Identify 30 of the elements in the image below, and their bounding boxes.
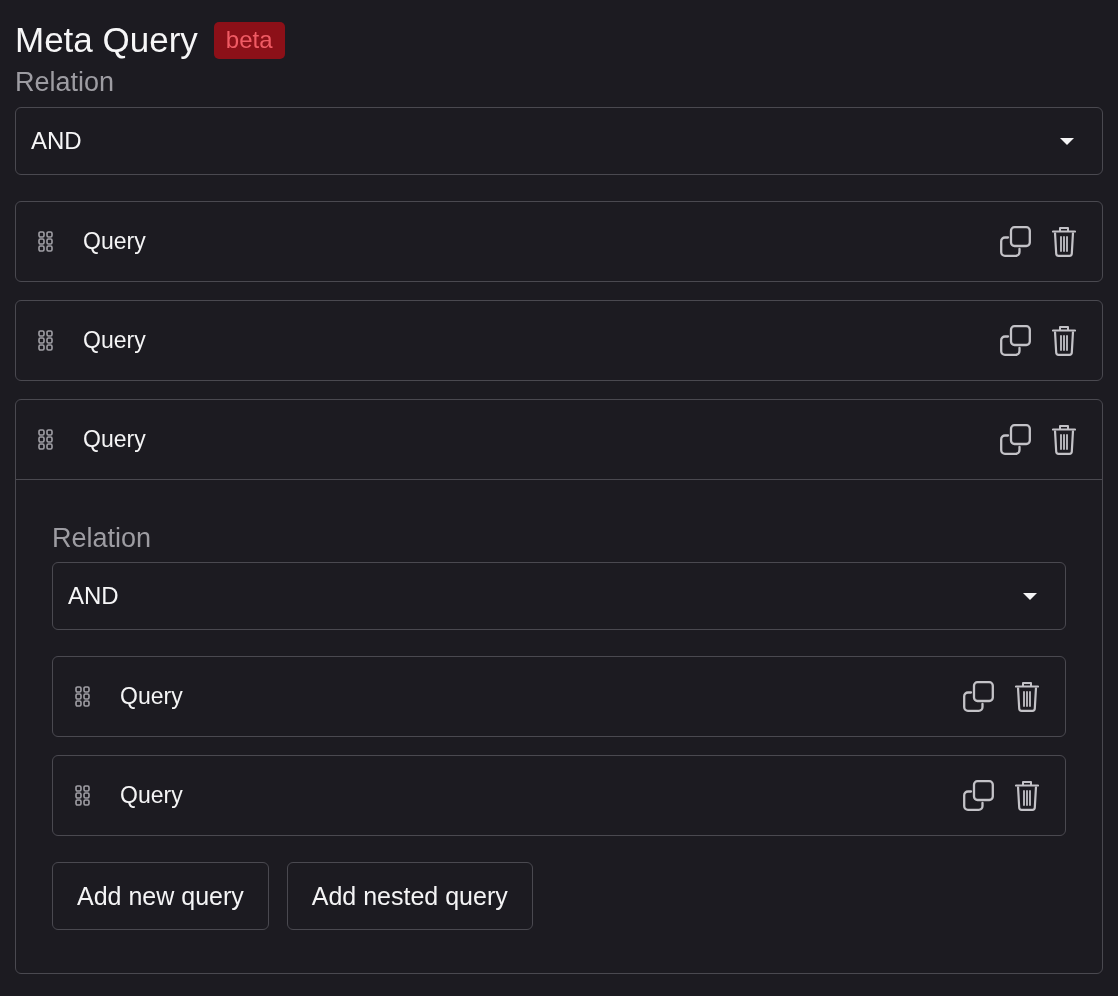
- query-title[interactable]: Query: [83, 228, 146, 255]
- delete-icon[interactable]: [1052, 325, 1076, 356]
- drag-handle-icon[interactable]: [38, 231, 53, 252]
- relation-label: Relation: [15, 66, 115, 98]
- section-title: Meta Query: [15, 19, 198, 61]
- beta-badge: beta: [213, 21, 285, 59]
- relation-label: Relation: [52, 522, 152, 554]
- delete-icon[interactable]: [1015, 780, 1039, 811]
- drag-handle-icon[interactable]: [75, 686, 90, 707]
- drag-handle-icon[interactable]: [38, 330, 53, 351]
- copy-icon[interactable]: [963, 780, 994, 811]
- copy-icon[interactable]: [1000, 325, 1031, 356]
- caret-icon: [1060, 137, 1074, 145]
- relation-select[interactable]: AND: [52, 562, 1066, 630]
- drag-handle-icon[interactable]: [75, 785, 90, 806]
- query-title[interactable]: Query: [83, 426, 146, 453]
- query-title[interactable]: Query: [83, 327, 146, 354]
- copy-icon[interactable]: [963, 681, 994, 712]
- add-query-button[interactable]: Add nested query: [286, 862, 533, 930]
- delete-icon[interactable]: [1015, 681, 1039, 712]
- caret-icon: [1023, 592, 1037, 600]
- drag-handle-icon[interactable]: [38, 429, 53, 450]
- copy-icon[interactable]: [1000, 226, 1031, 257]
- relation-select[interactable]: AND: [15, 107, 1103, 175]
- delete-icon[interactable]: [1052, 226, 1076, 257]
- add-query-button[interactable]: Add new query: [52, 862, 269, 930]
- copy-icon[interactable]: [1000, 424, 1031, 455]
- query-title[interactable]: Query: [120, 683, 183, 710]
- delete-icon[interactable]: [1052, 424, 1076, 455]
- query-title[interactable]: Query: [120, 782, 183, 809]
